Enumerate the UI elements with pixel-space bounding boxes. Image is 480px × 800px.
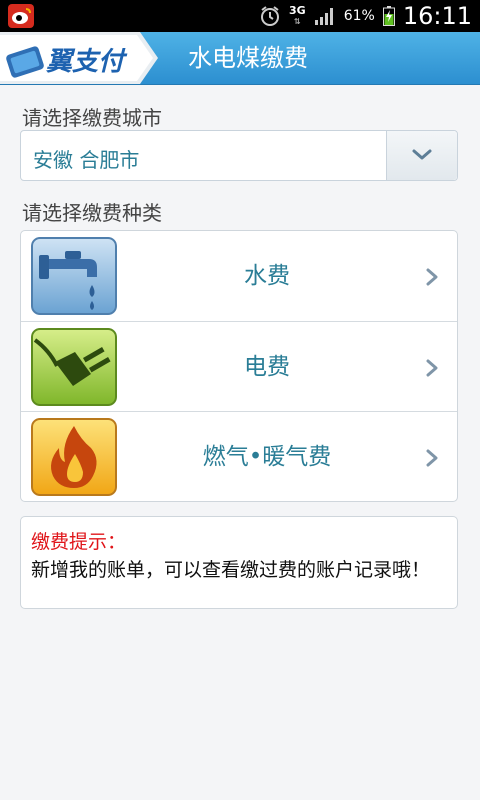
tips-body: 新增我的账单，可以查看缴过费的账户记录哦！ bbox=[31, 559, 431, 581]
payment-type-list: 水费 电费 燃气•暖气费 bbox=[20, 230, 458, 502]
clock: 16:11 bbox=[402, 2, 472, 30]
battery-percent: 61% bbox=[343, 8, 375, 24]
status-bar: 3G ⇅ 61% 16:11 bbox=[0, 0, 480, 32]
alarm-icon bbox=[261, 6, 280, 26]
flame-icon bbox=[31, 418, 117, 496]
network-indicator: 3G ⇅ bbox=[289, 4, 306, 26]
type-item-gas-heating[interactable]: 燃气•暖气费 bbox=[21, 411, 457, 502]
tips-title: 缴费提示： bbox=[31, 531, 127, 553]
selected-city: 安徽 合肥市 bbox=[33, 148, 140, 172]
battery-charging-icon bbox=[382, 6, 395, 26]
type-label: 水费 bbox=[244, 263, 290, 289]
title-bar: 翼支付 水电煤缴费 bbox=[0, 32, 480, 85]
city-select[interactable]: 安徽 合肥市 bbox=[20, 130, 458, 181]
chevron-right-icon bbox=[426, 449, 438, 467]
logo-text: 翼支付 bbox=[45, 47, 128, 77]
city-section-label: 请选择缴费城市 bbox=[22, 106, 162, 130]
water-tap-icon bbox=[31, 237, 117, 315]
type-item-water[interactable]: 水费 bbox=[21, 231, 457, 321]
type-item-electricity[interactable]: 电费 bbox=[21, 321, 457, 412]
bestpay-logo: 翼支付 bbox=[0, 32, 158, 84]
type-section-label: 请选择缴费种类 bbox=[22, 201, 162, 225]
type-label: 电费 bbox=[244, 354, 290, 380]
plug-icon bbox=[31, 328, 117, 406]
page-title: 水电煤缴费 bbox=[188, 44, 308, 72]
type-label: 燃气•暖气费 bbox=[202, 444, 332, 470]
signal-icon bbox=[314, 8, 333, 25]
payment-tips-box: 缴费提示： 新增我的账单，可以查看缴过费的账户记录哦！ bbox=[20, 516, 458, 609]
chevron-down-icon bbox=[412, 149, 432, 160]
chevron-right-icon bbox=[426, 359, 438, 377]
weibo-icon bbox=[8, 4, 34, 28]
chevron-right-icon bbox=[426, 268, 438, 286]
city-dropdown-button[interactable] bbox=[386, 131, 457, 180]
